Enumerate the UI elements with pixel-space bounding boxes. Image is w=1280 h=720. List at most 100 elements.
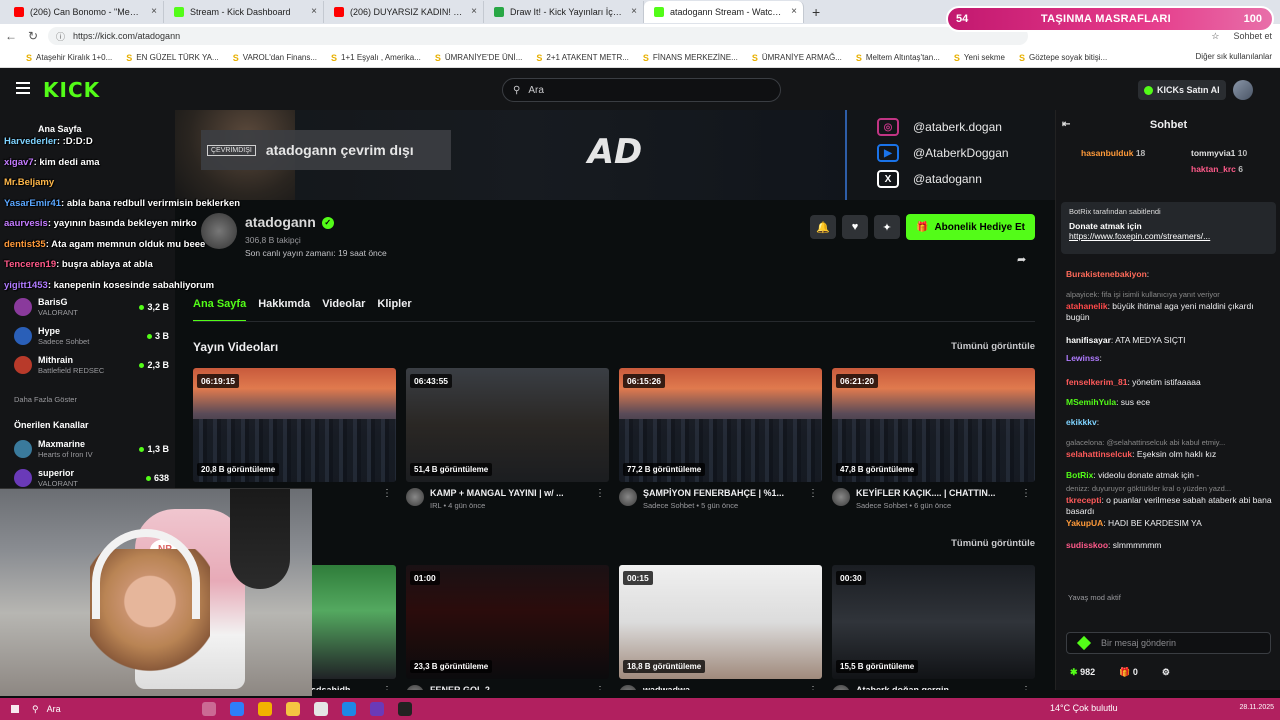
tab-ana-sayfa[interactable]: Ana Sayfa: [193, 298, 247, 322]
chat-username[interactable]: Lewinss: [1066, 353, 1100, 363]
show-more-link[interactable]: Daha Fazla Göster: [14, 395, 77, 404]
close-tab-icon[interactable]: ×: [791, 6, 797, 17]
channel-points[interactable]: ✱ 982: [1070, 667, 1095, 678]
star-icon[interactable]: ☆: [1211, 31, 1219, 42]
reload-icon[interactable]: ↻: [22, 29, 44, 43]
chrome-icon[interactable]: [258, 702, 272, 716]
store-icon[interactable]: [314, 702, 328, 716]
video-title[interactable]: wadwadwa: [643, 685, 803, 690]
gift-counter[interactable]: 🎁 0: [1119, 667, 1138, 678]
video-card[interactable]: 01:00 23,3 B görüntüleme FENER GOL 2 ⋮: [406, 565, 609, 690]
more-options-icon[interactable]: ⋮: [382, 488, 392, 499]
chat-input[interactable]: Bir mesaj gönderin: [1066, 632, 1271, 654]
chat-username[interactable]: fenselkerim_81: [1066, 377, 1127, 387]
taskbar-search[interactable]: ⚲ Ara: [32, 704, 192, 715]
video-thumbnail[interactable]: 00:30 15,5 B görüntüleme: [832, 565, 1035, 679]
top-gifter[interactable]: hasanbulduk 18: [1081, 148, 1145, 158]
chat-username[interactable]: atahanelik: [1066, 301, 1108, 311]
emote-icon[interactable]: [1076, 635, 1092, 651]
kick-logo[interactable]: KICK: [43, 78, 100, 102]
browser-tab[interactable]: (206) Can Bonomo - "Mezcup" - Y ×: [4, 1, 164, 23]
video-card[interactable]: 06:43:55 51,4 B görüntüleme KAMP + MANGAL …: [406, 368, 609, 516]
tab-videolar[interactable]: Videolar: [322, 298, 365, 322]
bookmark-item[interactable]: S EN GÜZEL TÜRK YA...: [126, 53, 218, 63]
bookmark-item[interactable]: S 1+1 Eşyalı , Amerika...: [331, 53, 421, 63]
bookmark-item[interactable]: S ÜMRANİYE'DE ÜNİ...: [435, 53, 523, 63]
video-title[interactable]: Ataberk doğan gergin: [856, 685, 1016, 690]
tab-klipler[interactable]: Klipler: [377, 298, 411, 322]
video-card[interactable]: 06:21:20 47,8 B görüntüleme KEYİFLER KAÇIK…: [832, 368, 1035, 516]
see-all-clips-link[interactable]: Tümünü görüntüle: [951, 538, 1035, 549]
more-options-button[interactable]: ✦: [874, 215, 900, 239]
back-icon[interactable]: ←: [0, 29, 22, 43]
browser-tab[interactable]: Stream - Kick Dashboard ×: [164, 1, 324, 23]
video-card[interactable]: 00:15 18,8 B görüntüleme wadwadwa ⋮: [619, 565, 822, 690]
chat-username[interactable]: hanifisayar: [1066, 335, 1111, 345]
collapse-chat-icon[interactable]: ⇤: [1062, 119, 1070, 130]
bookmark-item[interactable]: S FİNANS MERKEZİNE...: [643, 53, 738, 63]
more-options-icon[interactable]: ⋮: [1021, 488, 1031, 499]
share-icon[interactable]: ➦: [1017, 253, 1026, 266]
video-thumbnail[interactable]: 06:21:20 47,8 B görüntüleme: [832, 368, 1035, 482]
bookmark-item[interactable]: S VAROL'dan Finans...: [233, 53, 317, 63]
more-options-icon[interactable]: ⋮: [1021, 685, 1031, 690]
close-tab-icon[interactable]: ×: [631, 6, 637, 17]
browser-tab[interactable]: Draw It! - Kick Yayınları İçin Çizim ×: [484, 1, 644, 23]
user-avatar[interactable]: [1233, 80, 1253, 100]
url-input[interactable]: ⓘ https://kick.com/atadogann: [48, 27, 1028, 45]
bookmark-item[interactable]: S Ataşehir Kiralık 1+0...: [26, 53, 112, 63]
sidebar-channel[interactable]: Maxmarine Hearts of Iron IV 1,3 B: [14, 435, 169, 463]
discord-icon[interactable]: [370, 702, 384, 716]
windows-start-icon[interactable]: [0, 704, 30, 714]
more-options-icon[interactable]: ⋮: [595, 685, 605, 690]
chat-username[interactable]: Burakistenebakiyon: [1066, 269, 1147, 279]
chat-username[interactable]: tkrecepti: [1066, 495, 1101, 505]
other-bookmarks[interactable]: Diğer sık kullanılanlar: [1196, 52, 1272, 61]
pinned-link[interactable]: https://www.foxepin.com/streamers/...: [1069, 231, 1268, 241]
search-input[interactable]: ⚲ Ara: [502, 78, 781, 102]
buy-kicks-button[interactable]: KICKs Satın Al: [1138, 80, 1226, 100]
chat-username[interactable]: YakupUA: [1066, 518, 1103, 528]
bookmark-item[interactable]: S Yeni sekme: [954, 53, 1005, 63]
bookmark-item[interactable]: S 2+1 ATAKENT METR...: [536, 53, 628, 63]
sidebar-home[interactable]: Ana Sayfa: [38, 124, 82, 134]
sidebar-channel[interactable]: Mithrain Battlefield REDSEC 2,3 B: [14, 351, 169, 379]
copilot-chat-button[interactable]: Sohbet et: [1233, 31, 1272, 42]
sidebar-channel[interactable]: BarisG VALORANT 3,2 B: [14, 293, 169, 321]
video-thumbnail[interactable]: 01:00 23,3 B görüntüleme: [406, 565, 609, 679]
bookmark-item[interactable]: S Meltem Altıntaş'tan...: [856, 53, 940, 63]
chat-username[interactable]: ekikkkv: [1066, 417, 1097, 427]
social-link[interactable]: X @atadogann: [877, 170, 982, 188]
clock-date[interactable]: 28.11.2025: [1239, 704, 1274, 711]
video-title[interactable]: KAMP + MANGAL YAYINI | w/ ...: [430, 488, 590, 498]
top-gifter[interactable]: tommyvia1 10: [1191, 148, 1247, 158]
see-all-videos-link[interactable]: Tümünü görüntüle: [951, 341, 1035, 352]
new-tab-icon[interactable]: +: [812, 4, 820, 20]
video-thumbnail[interactable]: 06:43:55 51,4 B görüntüleme: [406, 368, 609, 482]
notification-bell-button[interactable]: 🔔: [810, 215, 836, 239]
bookmark-item[interactable]: S ÜMRANİYE ARMAĞ...: [752, 53, 842, 63]
chat-username[interactable]: selahattinselcuk: [1066, 449, 1132, 459]
video-title[interactable]: FENER GOL 2: [430, 685, 590, 690]
video-thumbnail[interactable]: 00:15 18,8 B görüntüleme: [619, 565, 822, 679]
site-info-icon[interactable]: ⓘ: [56, 30, 65, 43]
more-options-icon[interactable]: ⋮: [808, 488, 818, 499]
more-options-icon[interactable]: ⋮: [595, 488, 605, 499]
social-link[interactable]: ◎ @ataberk.dogan: [877, 118, 1002, 136]
gift-subscription-button[interactable]: 🎁 Abonelik Hediye Et: [906, 214, 1035, 240]
task-view-icon[interactable]: [202, 702, 216, 716]
edge-icon[interactable]: [342, 702, 356, 716]
file-explorer-icon[interactable]: [286, 702, 300, 716]
channel-avatar[interactable]: [201, 213, 237, 249]
bookmark-item[interactable]: S Göztepe soyak bitişi...: [1019, 53, 1107, 63]
sidebar-channel[interactable]: Hype Sadece Sohbet 3 B: [14, 322, 169, 350]
video-card[interactable]: 00:30 15,5 B görüntüleme Ataberk doğan ger…: [832, 565, 1035, 690]
close-tab-icon[interactable]: ×: [471, 6, 477, 17]
browser-tab[interactable]: (206) DUYARSIZ KADIN! Türkiye'd ×: [324, 1, 484, 23]
more-options-icon[interactable]: ⋮: [382, 685, 392, 690]
chat-username[interactable]: sudisskoo: [1066, 540, 1108, 550]
video-title[interactable]: KEYİFLER KAÇIK.... | CHATTIN...: [856, 488, 1016, 498]
video-thumbnail[interactable]: 06:15:26 77,2 B görüntüleme: [619, 368, 822, 482]
close-tab-icon[interactable]: ×: [311, 6, 317, 17]
social-link[interactable]: ▶ @AtaberkDoggan: [877, 144, 1009, 162]
